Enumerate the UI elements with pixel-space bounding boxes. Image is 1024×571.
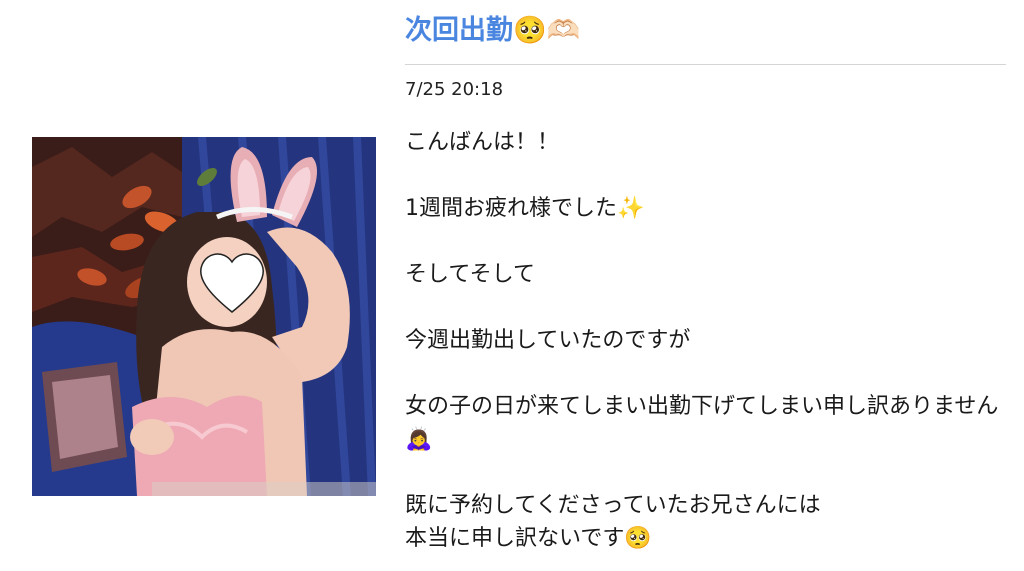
post-date: 7/25 20:18 [405,79,504,100]
body-paragraph: 本当に申し訳ないです🥺 [405,526,652,551]
blog-post-page: 次回出勤🥺🫶🏻 7/25 20:18 こんばんは！！ 1週間お疲れ様でした✨ そ… [0,0,1024,571]
body-paragraph: こんばんは！！ [405,130,560,155]
photo-illustration [32,137,376,496]
body-paragraph: 女の子の日が来てしまい出勤下げてしまい申し訳ありません🙇‍♀️ [405,394,999,452]
title-divider [405,64,1006,65]
body-paragraph: 1週間お疲れ様でした✨ [405,196,645,221]
post-title[interactable]: 次回出勤🥺🫶🏻 [405,0,1006,52]
body-paragraph: そしてそして [405,262,536,287]
post-content: 次回出勤🥺🫶🏻 7/25 20:18 こんばんは！！ 1週間お疲れ様でした✨ そ… [405,0,1006,551]
hand [130,419,174,455]
post-body: こんばんは！！ 1週間お疲れ様でした✨ そしてそして 今週出勤出していたのですが… [405,126,1006,555]
body-paragraph: 既に予約してくださっていたお兄さんには [405,493,821,518]
post-photo[interactable] [32,137,376,496]
body-paragraph: 今週出勤出していたのですが [405,328,691,353]
